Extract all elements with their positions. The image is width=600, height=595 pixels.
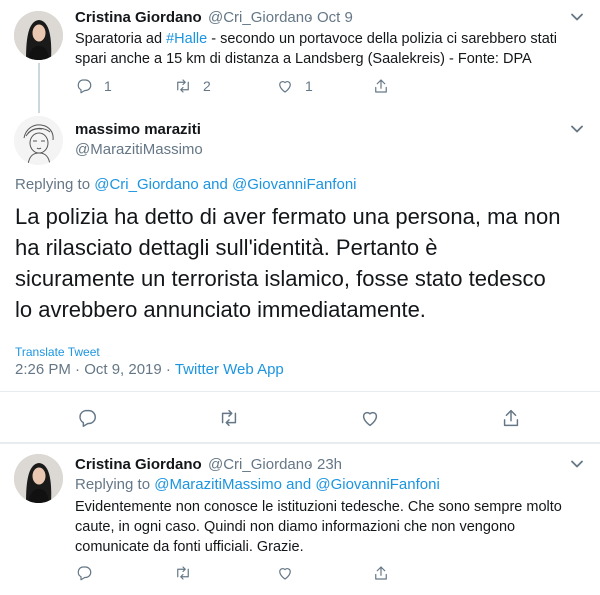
- share-button[interactable]: [500, 407, 522, 429]
- tweet-text: La polizia ha detto di aver fermato una …: [15, 201, 595, 325]
- mention-link[interactable]: @GiovanniFanfoni: [315, 476, 439, 493]
- share-icon: [503, 409, 519, 427]
- author-name[interactable]: Cristina Giordano: [75, 9, 202, 26]
- like-count: 1: [305, 78, 313, 94]
- reply-icon: [77, 79, 92, 94]
- tweet-text-line: Evidentemente non conosce le istituzioni…: [75, 499, 562, 515]
- profile-photo: [14, 454, 63, 503]
- replying-to-label: Replying to: [75, 476, 151, 493]
- heart-icon: [279, 568, 291, 580]
- avatar[interactable]: [14, 454, 63, 503]
- tweet-text-start: Sparatoria ad: [75, 31, 167, 47]
- translate-tweet-link[interactable]: Translate Tweet: [15, 345, 100, 359]
- reply-icon: [77, 566, 92, 581]
- tweet-text-line: caute, in ogni caso. Quindi non diamo in…: [75, 519, 516, 535]
- more-options-button[interactable]: [570, 457, 584, 476]
- reply-icon: [79, 409, 96, 427]
- share-icon: [375, 566, 387, 580]
- author-handle[interactable]: @MarazitiMassimo: [75, 141, 203, 158]
- divider: [0, 391, 600, 392]
- avatar[interactable]: [14, 11, 63, 60]
- retweet-count: 2: [203, 78, 211, 94]
- divider: [0, 442, 600, 444]
- timestamp-line: 2:26 PM · Oct 9, 2019 · Twitter Web App: [15, 361, 284, 378]
- tweet-text: Sparatoria ad #Halle - secondo un portav…: [75, 29, 585, 69]
- tweet-timestamp[interactable]: 2:26 PM · Oct 9, 2019: [15, 361, 162, 378]
- separator-dot: ·: [165, 361, 171, 378]
- tweet-text-line: ha rilasciato dettagli sull'identità. Pe…: [15, 235, 438, 260]
- profile-photo: [14, 11, 63, 60]
- share-button[interactable]: [372, 77, 390, 95]
- replying-to-label: Replying to: [15, 176, 91, 193]
- tweet-text-line1: - secondo un portavoce della polizia ci …: [207, 31, 558, 47]
- separator-dot: ·: [307, 9, 312, 26]
- retweet-button[interactable]: 2: [174, 77, 211, 95]
- author-name[interactable]: Cristina Giordano: [75, 456, 202, 473]
- tweet-text: Evidentemente non conosce le istituzioni…: [75, 497, 590, 557]
- replying-to-line: Replying to @Cri_Giordano and @GiovanniF…: [15, 176, 357, 193]
- mention-link[interactable]: @Cri_Giordano: [94, 176, 198, 193]
- share-icon: [375, 79, 387, 93]
- tweet-text-line2: spari anche a 15 km di distanza a Landsb…: [75, 51, 532, 67]
- retweet-button[interactable]: [174, 564, 192, 582]
- hashtag-link[interactable]: #Halle: [166, 31, 207, 47]
- retweet-icon: [177, 566, 189, 580]
- tweet-text-line: La polizia ha detto di aver fermato una …: [15, 204, 561, 229]
- profile-photo: [14, 116, 63, 165]
- chevron-down-icon: [571, 460, 583, 468]
- retweet-icon: [177, 79, 189, 93]
- replying-to-line: Replying to @MarazitiMassimo and @Giovan…: [75, 476, 440, 493]
- chevron-down-icon: [571, 13, 583, 21]
- like-button[interactable]: [359, 407, 381, 429]
- reply-count: 1: [104, 78, 112, 94]
- reply-button[interactable]: [75, 564, 93, 582]
- retweet-icon: [221, 409, 237, 427]
- avatar[interactable]: [14, 116, 63, 165]
- and-text[interactable]: and: [203, 176, 228, 193]
- heart-icon: [362, 411, 378, 427]
- mention-link[interactable]: @GiovanniFanfoni: [232, 176, 356, 193]
- tweet-date[interactable]: Oct 9: [317, 9, 353, 26]
- chevron-down-icon: [571, 125, 583, 133]
- reply-button[interactable]: 1: [75, 77, 112, 95]
- tweet-text-line: sicuramente un terrorista islamico, foss…: [15, 266, 546, 291]
- reply-button[interactable]: [76, 407, 98, 429]
- author-handle[interactable]: @Cri_Giordano: [208, 456, 312, 473]
- author-name[interactable]: massimo maraziti: [75, 121, 201, 138]
- retweet-button[interactable]: [218, 407, 240, 429]
- author-handle[interactable]: @Cri_Giordano: [208, 9, 312, 26]
- like-button[interactable]: [276, 564, 294, 582]
- more-options-button[interactable]: [570, 10, 584, 29]
- mention-link[interactable]: @MarazitiMassimo: [154, 476, 282, 493]
- more-options-button[interactable]: [570, 122, 584, 141]
- source-link[interactable]: Twitter Web App: [175, 361, 284, 378]
- tweet-text-line: lo avrebbero annunciato immediatamente.: [15, 297, 426, 322]
- thread-line: [38, 63, 40, 113]
- separator-dot: ·: [307, 456, 312, 473]
- and-text[interactable]: and: [286, 476, 311, 493]
- like-button[interactable]: 1: [276, 77, 313, 95]
- heart-icon: [279, 81, 291, 93]
- tweet-date[interactable]: 23h: [317, 456, 342, 473]
- share-button[interactable]: [372, 564, 390, 582]
- tweet-text-line: comunicate da fonti ufficiali. Grazie.: [75, 539, 304, 555]
